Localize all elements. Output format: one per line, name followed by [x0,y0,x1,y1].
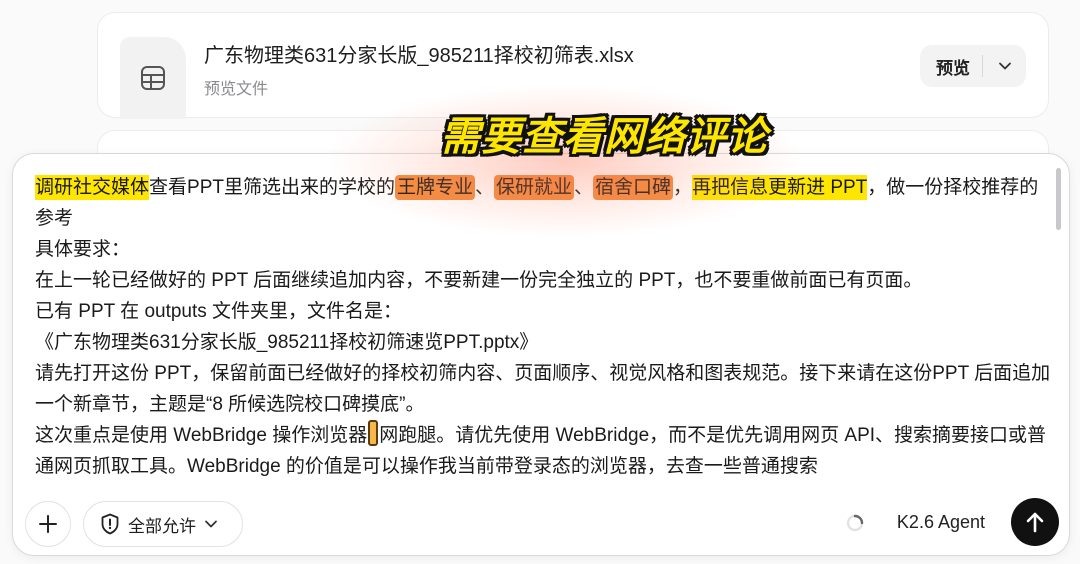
model-selector[interactable]: K2.6 Agent [897,512,985,533]
prompt-text: 这次重点是使用 WebBridge 操作浏览器 [35,425,368,446]
prompt-line: 已有 PPT 在 outputs 文件夹里，文件名是： [35,301,403,322]
highlight-update-ppt: 再把信息更新进 PPT [692,175,868,200]
highlight-dorm: 宿舍口碑 [593,175,674,200]
prompt-line: 这次重点是使用 WebBridge 操作浏览器 网跑腿。请优先使用 WebBrid… [35,420,1053,482]
prompt-line: 请先打开这份 PPT，保留前面已经做好的择校初筛内容、页面顺序、视觉风格和图表规… [35,363,1051,415]
scrollbar[interactable] [1056,168,1061,230]
separator: 、 [574,177,594,198]
file-attachment-card[interactable]: 广东物理类631分家长版_985211择校初筛表.xlsx 预览文件 预览 [97,12,1049,119]
plus-icon [39,515,57,533]
separator: 、 [474,177,494,198]
spreadsheet-icon [120,37,186,119]
prompt-line: 在上一轮已经做好的 PPT 后面继续追加内容，不要新建一份完全独立的 PPT，也… [35,270,923,291]
highlight-social-media: 调研社交媒体 [35,175,150,200]
permission-selector[interactable]: 全部允许 [83,501,243,547]
highlight-employment: 保研就业 [494,175,575,200]
file-name[interactable]: 广东物理类631分家长版_985211择校初筛表.xlsx [204,39,634,68]
separator: ， [673,177,693,198]
prompt-text: 查看PPT里筛选出来的学校的 [149,177,395,198]
overlay-caption: 需要查看网络评论 [440,115,768,159]
preview-button[interactable]: 预览 [920,45,1026,87]
highlight-major: 王牌专业 [394,175,475,200]
preview-button-label[interactable]: 预览 [920,54,982,79]
prompt-line: 调研社交媒体查看PPT里筛选出来的学校的 王牌专业、保研就业、宿舍口碑 ，再把信息更… [35,172,1053,234]
message-input[interactable]: 调研社交媒体查看PPT里筛选出来的学校的 王牌专业、保研就业、宿舍口碑 ，再把信息更… [35,172,1053,490]
add-attachment-button[interactable] [25,501,71,547]
permission-label[interactable]: 全部允许 [128,512,196,537]
file-subtitle: 预览文件 [204,81,269,98]
chevron-down-icon [205,520,217,528]
prompt-line: 具体要求： [35,239,131,260]
chat-screen: 广东物理类631分家长版_985211择校初筛表.xlsx 预览文件 预览 调研… [0,0,1080,564]
chevron-down-icon[interactable] [983,59,1026,73]
prompt-line: 《广东物理类631分家长版_985211择校初筛速览PPT.pptx》 [35,332,539,353]
send-button[interactable] [1011,498,1059,546]
arrow-up-icon [1026,512,1044,533]
text-cursor-icon [368,420,379,446]
shield-alert-icon [101,513,119,535]
message-composer[interactable]: 调研社交媒体查看PPT里筛选出来的学校的 王牌专业、保研就业、宿舍口碑 ，再把信息更… [12,153,1070,556]
loading-spinner-icon [846,514,864,532]
